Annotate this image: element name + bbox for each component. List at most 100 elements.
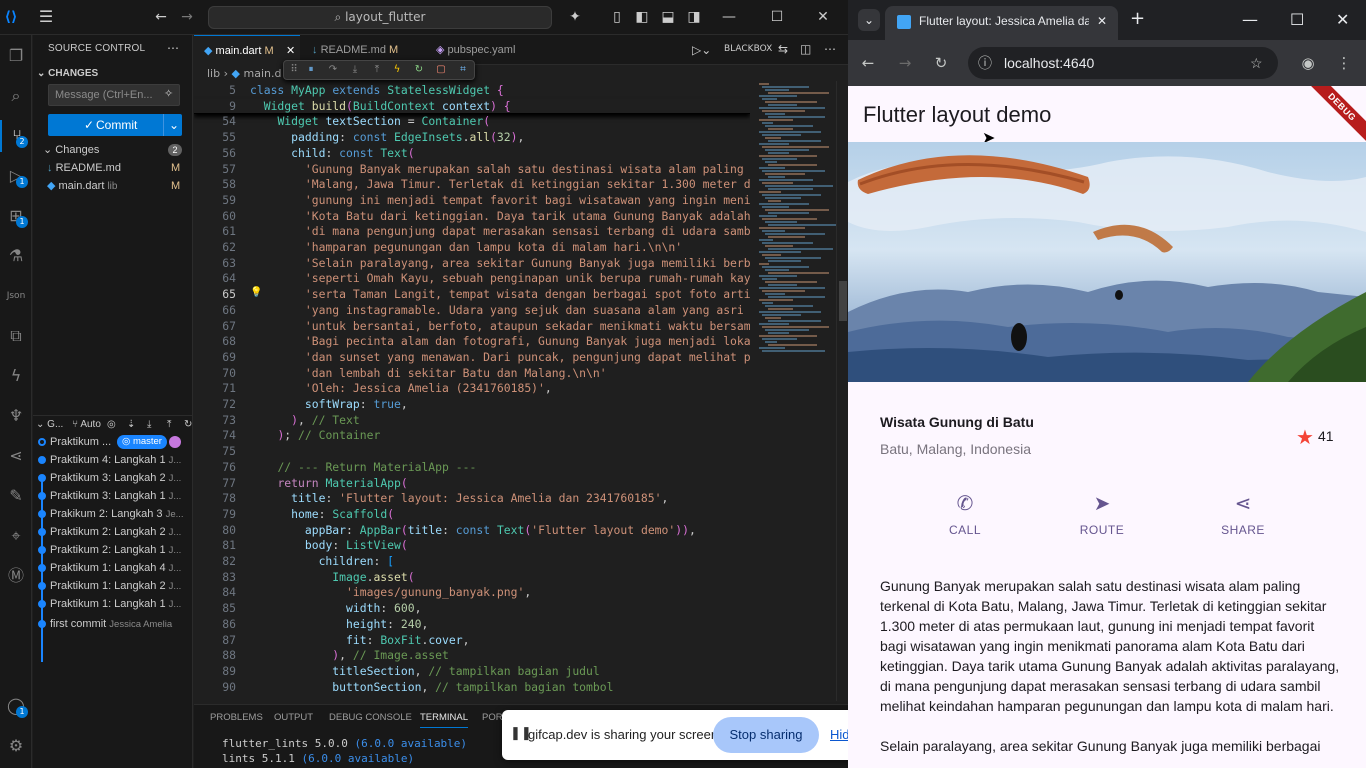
tab-debug-console[interactable]: DEBUG CONSOLE: [329, 712, 412, 723]
changed-file-readme[interactable]: ↓ README.md M: [33, 159, 192, 177]
step-over-icon[interactable]: ↷: [326, 63, 340, 77]
code-line[interactable]: 65 'serta Taman Langit, tempat wisata de…: [194, 287, 750, 303]
hot-reload-icon[interactable]: ϟ: [390, 63, 404, 77]
code-line[interactable]: 64 'seperti Omah Kayu, sebuah penginapan…: [194, 271, 750, 287]
copilot-icon[interactable]: ✦: [566, 8, 584, 26]
tab-terminal[interactable]: TERMINAL: [420, 712, 469, 728]
code-line[interactable]: 5 class MyApp extends StatelessWidget {: [194, 83, 750, 99]
minimap[interactable]: [755, 81, 837, 701]
toggle-secondary-sidebar-icon[interactable]: ◨: [685, 8, 703, 26]
minimize-icon[interactable]: —: [1242, 10, 1258, 29]
browser-tab[interactable]: Flutter layout: Jessica Amelia da ✕: [885, 6, 1118, 40]
call-button[interactable]: ✆ CALL: [920, 492, 1010, 537]
code-line[interactable]: 90 buttonSection, // tampilkan bagian to…: [194, 680, 750, 696]
code-line[interactable]: 87 fit: BoxFit.cover,: [194, 633, 750, 649]
code-line[interactable]: 89 titleSection, // tampilkan bagian jud…: [194, 664, 750, 680]
back-icon[interactable]: ←: [858, 53, 878, 73]
code-line[interactable]: 74 ); // Container: [194, 428, 750, 444]
split-editor-icon[interactable]: ◫: [800, 42, 811, 56]
extensions-icon[interactable]: ⊞ 1: [0, 200, 32, 232]
commit-button[interactable]: ✓ Commit ⌄: [48, 114, 182, 136]
chrome-menu-icon[interactable]: ⋮: [1334, 53, 1354, 73]
code-line[interactable]: 58 'Malang, Jawa Timur. Terletak di keti…: [194, 177, 750, 193]
graph-commit[interactable]: Praktikum 3: Langkah 1 J...: [33, 487, 192, 505]
graph-commit[interactable]: Praktikum 1: Langkah 1 J...: [33, 595, 192, 613]
bookmark-star-icon[interactable]: ☆: [1250, 47, 1263, 79]
inspect-widget-icon[interactable]: ⌗: [456, 63, 470, 77]
push-icon[interactable]: ⤒: [167, 416, 171, 434]
code-line[interactable]: 69 'dan sunset yang menawan. Dari puncak…: [194, 350, 750, 366]
step-out-icon[interactable]: ⤒: [370, 63, 384, 77]
back-arrow-icon[interactable]: ←: [152, 8, 170, 26]
blackbox-button[interactable]: BLACKBOX: [724, 44, 772, 54]
code-line[interactable]: 86 height: 240,: [194, 617, 750, 633]
graph-commit[interactable]: Praktikum 4: Langkah 1 J...: [33, 451, 192, 469]
address-bar[interactable]: ⓘ localhost:4640 ☆: [968, 47, 1278, 79]
graph-commit[interactable]: Praktikum 1: Langkah 4 J...: [33, 559, 192, 577]
code-line[interactable]: 56 child: const Text(: [194, 146, 750, 162]
route-button[interactable]: ➤ ROUTE: [1057, 492, 1147, 537]
stop-sharing-button[interactable]: Stop sharing: [713, 717, 819, 753]
layout-sidebar-icon[interactable]: ▯: [608, 8, 626, 26]
code-line[interactable]: 84 'images/gunung_banyak.png',: [194, 585, 750, 601]
drag-handle-icon[interactable]: ⠿: [287, 63, 301, 77]
code-line[interactable]: 60 'Kota Batu dari ketinggian. Daya tari…: [194, 209, 750, 225]
python-icon[interactable]: ♆: [0, 400, 32, 432]
m-extension-icon[interactable]: Ⓜ: [0, 560, 32, 592]
code-line[interactable]: 79 home: Scaffold(: [194, 507, 750, 523]
settings-gear-icon[interactable]: ⚙: [0, 730, 32, 762]
toggle-panel-icon[interactable]: ⬓: [659, 8, 677, 26]
tab-problems[interactable]: PROBLEMS: [210, 712, 263, 723]
remote-explorer-icon[interactable]: ⧉: [0, 320, 32, 352]
fetch-icon[interactable]: ⇣: [127, 416, 135, 434]
star-icon[interactable]: ★: [1296, 425, 1314, 450]
code-line[interactable]: 76 // --- Return MaterialApp ---: [194, 460, 750, 476]
code-line[interactable]: 67 'untuk bersantai, berfoto, ataupun se…: [194, 319, 750, 335]
graph-commit[interactable]: Praktikum 1: Langkah 2 J...: [33, 577, 192, 595]
code-line[interactable]: 54 Widget textSection = Container(: [194, 114, 750, 130]
code-line[interactable]: 82 children: [: [194, 554, 750, 570]
inspect-icon[interactable]: ⌖: [0, 520, 32, 552]
scroll-thumb[interactable]: [839, 281, 847, 321]
code-line[interactable]: 88 ), // Image.asset: [194, 648, 750, 664]
close-window-icon[interactable]: ✕: [1336, 10, 1349, 29]
changes-section-header[interactable]: ⌄ CHANGES: [37, 68, 98, 79]
code-line[interactable]: 72 softWrap: true,: [194, 397, 750, 413]
gitlens-icon[interactable]: ⋖: [0, 440, 32, 472]
explorer-icon[interactable]: ❐: [0, 40, 32, 72]
compare-icon[interactable]: ⇆: [778, 42, 788, 56]
restart-icon[interactable]: ↻: [412, 63, 426, 77]
code-editor[interactable]: 5 class MyApp extends StatelessWidget {9 …: [194, 81, 750, 701]
maximize-icon[interactable]: ☐: [768, 8, 786, 26]
graph-commit[interactable]: Praktikum ... ◎ master: [33, 433, 192, 451]
forward-arrow-icon[interactable]: →: [178, 8, 196, 26]
code-line[interactable]: 57 'Gunung Banyak merupakan salah satu d…: [194, 162, 750, 178]
code-line[interactable]: 83 Image.asset(: [194, 570, 750, 586]
code-line[interactable]: 61 'di mana pengunjung dapat merasakan s…: [194, 224, 750, 240]
code-line[interactable]: 70 'dan lembah di sekitar Batu dan Malan…: [194, 366, 750, 382]
close-tab-icon[interactable]: ✕: [1097, 6, 1107, 36]
more-actions-icon[interactable]: ⋯: [824, 42, 836, 56]
pull-icon[interactable]: ⤓: [147, 416, 151, 434]
step-into-icon[interactable]: ⤓: [348, 63, 362, 77]
pen-icon[interactable]: ✎: [0, 480, 32, 512]
code-line[interactable]: 77 return MaterialApp(: [194, 476, 750, 492]
commit-message-input[interactable]: Message (Ctrl+En...: [48, 84, 180, 106]
minimize-icon[interactable]: —: [720, 8, 738, 26]
code-line[interactable]: 73 ), // Text: [194, 413, 750, 429]
run-icon[interactable]: ▷⌄: [692, 43, 711, 57]
search-icon[interactable]: ⌕: [0, 80, 32, 112]
tab-ports[interactable]: POR: [482, 712, 503, 723]
site-info-icon[interactable]: ⓘ: [978, 47, 992, 79]
graph-commit[interactable]: Praktikum 2: Langkah 1 J...: [33, 541, 192, 559]
graph-commit[interactable]: Prakikum 2: Langkah 3 Je...: [33, 505, 192, 523]
code-line[interactable]: 85 width: 600,: [194, 601, 750, 617]
tab-output[interactable]: OUTPUT: [274, 712, 313, 723]
profile-icon[interactable]: ◉: [1298, 53, 1318, 73]
json-icon[interactable]: Json: [0, 280, 32, 312]
stop-icon[interactable]: ▢: [434, 63, 448, 77]
lightning-icon[interactable]: ϟ: [0, 360, 32, 392]
forward-icon[interactable]: →: [895, 53, 915, 73]
graph-commit[interactable]: Praktikum 2: Langkah 2 J...: [33, 523, 192, 541]
code-line[interactable]: 75: [194, 444, 750, 460]
